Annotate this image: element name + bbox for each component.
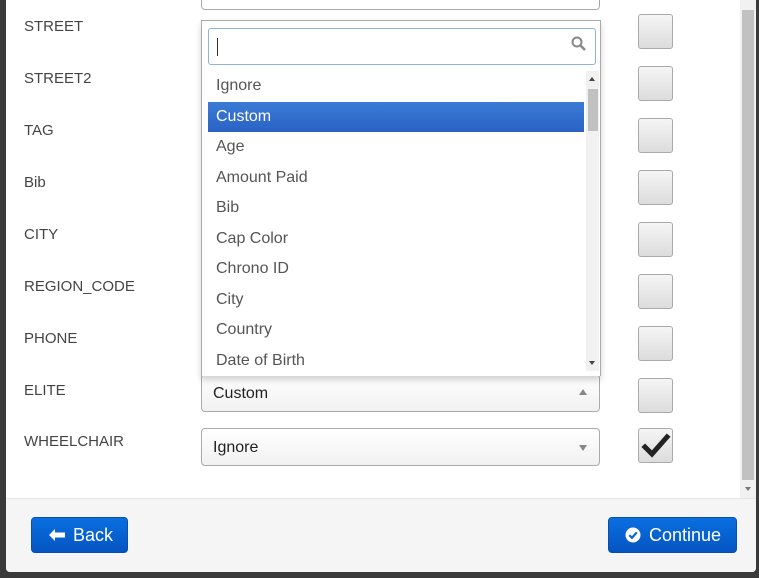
- dropdown-search-input[interactable]: [208, 28, 596, 65]
- text-cursor: [217, 38, 218, 56]
- field-label: STREET: [24, 18, 84, 35]
- continue-label: Continue: [649, 524, 722, 545]
- scroll-down-icon[interactable]: [589, 361, 595, 365]
- chevron-down-icon: [579, 445, 587, 451]
- dropdown-option[interactable]: Bib: [208, 193, 584, 224]
- field-checkbox[interactable]: [638, 170, 673, 205]
- dropdown-option[interactable]: Ignore: [208, 71, 584, 102]
- field-label: TAG: [24, 122, 54, 139]
- dropdown-option[interactable]: Country: [208, 315, 584, 346]
- checkmark-icon: [641, 433, 671, 458]
- dropdown-options: Ignore Custom Age Amount Paid Bib Cap Co…: [208, 71, 584, 377]
- field-label: Bib: [24, 174, 46, 191]
- field-label: CITY: [24, 226, 59, 243]
- scroll-up-icon[interactable]: [589, 77, 595, 81]
- field-checkbox[interactable]: [638, 118, 673, 153]
- field-checkbox[interactable]: [638, 326, 673, 361]
- field-label: REGION_CODE: [24, 278, 135, 295]
- wheelchair-select[interactable]: Ignore: [201, 428, 600, 466]
- dropdown-scrollbar[interactable]: [586, 71, 599, 371]
- search-icon: [571, 36, 586, 51]
- field-label: WHEELCHAIR: [24, 433, 125, 450]
- field-row-elite: ELITE Custom: [6, 374, 740, 414]
- check-circle-icon: [625, 527, 641, 543]
- dropdown-option[interactable]: Amount Paid: [208, 163, 584, 194]
- dropdown-option[interactable]: City: [208, 285, 584, 316]
- chevron-up-icon: [579, 389, 587, 395]
- field-checkbox-checked[interactable]: [638, 428, 673, 463]
- select-value: Ignore: [213, 439, 259, 456]
- field-row-wheelchair: WHEELCHAIR Ignore: [6, 428, 740, 468]
- scrollbar-thumb[interactable]: [588, 89, 598, 131]
- field-label: PHONE: [24, 330, 78, 347]
- dialog-footer: Back Continue: [6, 498, 756, 572]
- elite-dropdown: Ignore Custom Age Amount Paid Bib Cap Co…: [201, 20, 601, 376]
- dropdown-option[interactable]: Age: [208, 132, 584, 163]
- dropdown-option-highlighted[interactable]: Custom: [208, 101, 584, 132]
- field-checkbox[interactable]: [638, 66, 673, 101]
- scrollbar-thumb[interactable]: [742, 10, 754, 480]
- field-checkbox[interactable]: [638, 222, 673, 257]
- field-checkbox[interactable]: [638, 274, 673, 309]
- field-checkbox[interactable]: [638, 14, 673, 49]
- mapping-dialog: STREET STREET2 TAG Bib CITY REGION_CODE: [6, 0, 756, 572]
- dropdown-option[interactable]: Date of Birth: [208, 346, 584, 377]
- elite-select[interactable]: Custom: [201, 374, 600, 412]
- continue-button[interactable]: Continue: [608, 517, 737, 553]
- back-label: Back: [73, 524, 114, 545]
- field-checkbox[interactable]: [638, 378, 673, 413]
- field-label: ELITE: [24, 382, 66, 399]
- dropdown-option[interactable]: Cap Color: [208, 224, 584, 255]
- street-select[interactable]: [201, 0, 600, 10]
- select-value: Custom: [213, 385, 269, 402]
- arrow-left-icon: [49, 529, 65, 541]
- back-button[interactable]: Back: [31, 517, 128, 553]
- field-mapping-list: STREET STREET2 TAG Bib CITY REGION_CODE: [6, 0, 740, 498]
- dropdown-option[interactable]: Chrono ID: [208, 254, 584, 285]
- page-scrollbar[interactable]: [740, 0, 756, 498]
- scroll-down-icon[interactable]: [745, 487, 751, 491]
- field-label: STREET2: [24, 70, 92, 87]
